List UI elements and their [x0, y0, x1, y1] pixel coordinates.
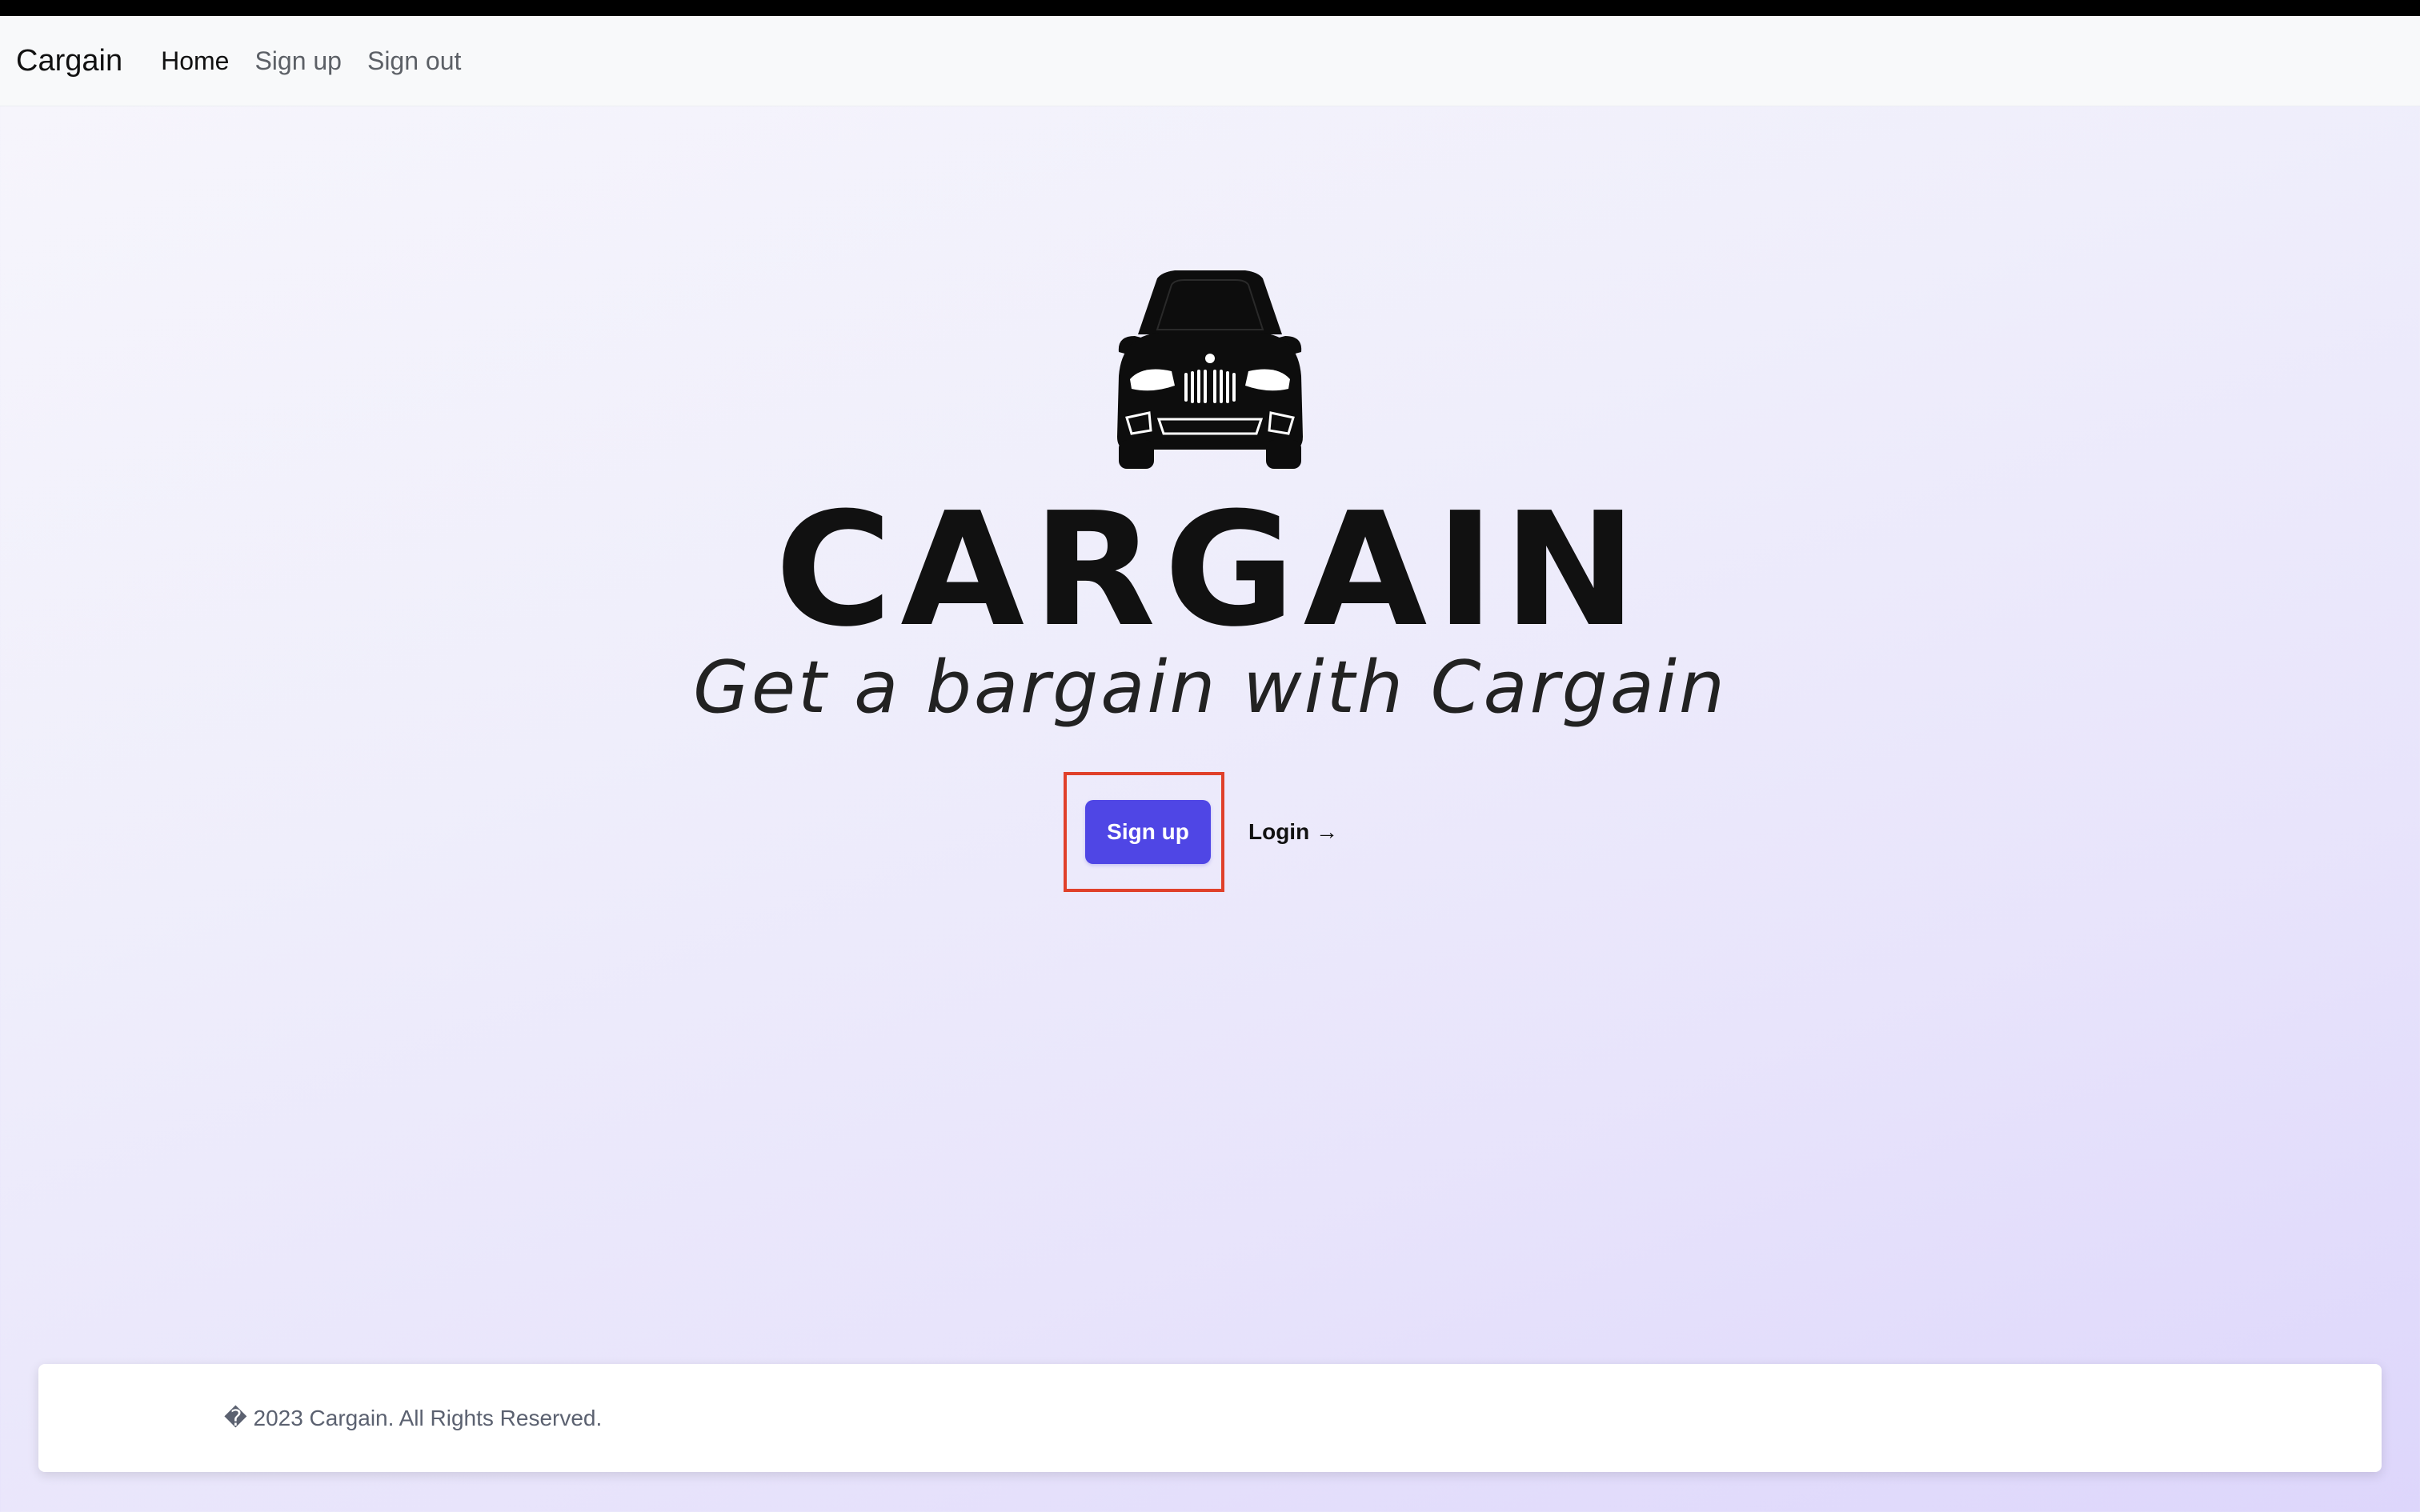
navbar: Cargain Home Sign up Sign out [0, 16, 2420, 106]
nav-link-sign-up[interactable]: Sign up [254, 46, 342, 76]
hero-tagline: Get a bargain with Cargain [693, 646, 1727, 730]
cargain-wordmark: CARGAIN [775, 479, 1645, 662]
login-link[interactable]: Login → [1248, 814, 1338, 850]
navbar-brand[interactable]: Cargain [16, 44, 122, 78]
nav-link-home[interactable]: Home [161, 46, 229, 76]
window-top-strip [0, 0, 2420, 16]
footer-copyright: � 2023 Cargain. All Rights Reserved. [224, 1406, 603, 1430]
footer: � 2023 Cargain. All Rights Reserved. [38, 1364, 2382, 1472]
signup-button[interactable]: Sign up [1085, 800, 1211, 864]
nav-link-sign-out[interactable]: Sign out [367, 46, 461, 76]
car-front-icon [1117, 270, 1303, 469]
